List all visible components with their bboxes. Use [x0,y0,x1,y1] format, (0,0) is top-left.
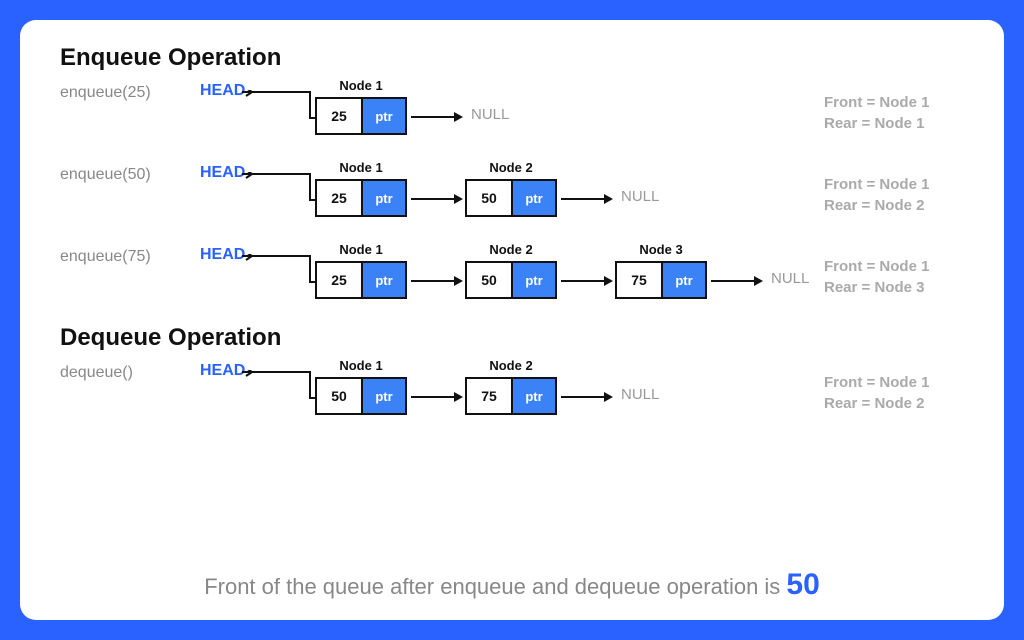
row-enqueue-75: enqueue(75) HEAD Node 1 25 ptr Node 2 50… [60,242,964,314]
status-text: Front = Node 1 Rear = Node 3 [824,256,964,298]
node-value: 25 [317,263,361,297]
node-label: Node 1 [339,358,382,373]
node-value: 50 [317,379,361,413]
null-label: NULL [771,270,809,287]
summary-text: Front of the queue after enqueue and deq… [20,568,1004,602]
node-ptr: ptr [661,263,705,297]
null-label: NULL [471,106,509,123]
head-arrow-icon [242,90,316,135]
node-ptr: ptr [511,181,555,215]
front-text: Front = Node 1 [824,174,964,195]
arrow-icon [407,262,465,300]
nodes-area: Node 1 25 ptr Node 2 50 ptr NULL [315,160,659,218]
op-label: enqueue(25) [60,78,180,102]
op-label: enqueue(75) [60,242,180,266]
node-group: Node 1 25 ptr [315,160,407,217]
node-box: 75 ptr [465,377,557,415]
node-value: 50 [467,263,511,297]
diagram-card: Enqueue Operation enqueue(25) HEAD Node … [20,20,1004,620]
head-label: HEAD [200,164,245,182]
nodes-area: Node 1 50 ptr Node 2 75 ptr NULL [315,358,659,416]
node-label: Node 1 [339,160,382,175]
front-text: Front = Node 1 [824,372,964,393]
arrow-icon [407,98,465,136]
nodes-area: Node 1 25 ptr Node 2 50 ptr Node 3 75 [315,242,809,300]
nodes-area: Node 1 25 ptr NULL [315,78,509,136]
row-enqueue-50: enqueue(50) HEAD Node 1 25 ptr Node 2 50… [60,160,964,232]
status-text: Front = Node 1 Rear = Node 2 [824,372,964,414]
summary-value: 50 [786,568,819,601]
head-arrow-icon [242,370,316,415]
node-label: Node 1 [339,78,382,93]
status-text: Front = Node 1 Rear = Node 1 [824,92,964,134]
rear-text: Rear = Node 1 [824,113,964,134]
arrow-icon [557,180,615,218]
node-group: Node 3 75 ptr [615,242,707,299]
status-text: Front = Node 1 Rear = Node 2 [824,174,964,216]
node-group: Node 2 75 ptr [465,358,557,415]
head-arrow-icon [242,172,316,217]
null-label: NULL [621,188,659,205]
node-box: 50 ptr [465,261,557,299]
head-label: HEAD [200,362,245,380]
node-value: 25 [317,99,361,133]
node-value: 25 [317,181,361,215]
head-arrow-icon [242,254,316,299]
dequeue-title: Dequeue Operation [60,324,964,352]
arrow-icon [557,378,615,416]
summary-prefix: Front of the queue after enqueue and deq… [204,574,786,599]
rear-text: Rear = Node 3 [824,277,964,298]
rear-text: Rear = Node 2 [824,195,964,216]
op-label: dequeue() [60,358,180,382]
node-group: Node 1 25 ptr [315,78,407,135]
node-box: 50 ptr [465,179,557,217]
node-box: 25 ptr [315,97,407,135]
head-label: HEAD [200,246,245,264]
node-label: Node 2 [489,242,532,257]
arrow-icon [407,180,465,218]
node-value: 75 [467,379,511,413]
node-label: Node 1 [339,242,382,257]
node-box: 25 ptr [315,261,407,299]
node-box: 75 ptr [615,261,707,299]
node-ptr: ptr [361,263,405,297]
arrow-icon [707,262,765,300]
node-ptr: ptr [511,379,555,413]
node-label: Node 3 [639,242,682,257]
node-group: Node 2 50 ptr [465,242,557,299]
node-label: Node 2 [489,160,532,175]
enqueue-title: Enqueue Operation [60,44,964,72]
row-dequeue: dequeue() HEAD Node 1 50 ptr Node 2 75 p… [60,358,964,430]
node-box: 50 ptr [315,377,407,415]
head-label: HEAD [200,82,245,100]
node-group: Node 2 50 ptr [465,160,557,217]
node-label: Node 2 [489,358,532,373]
node-group: Node 1 50 ptr [315,358,407,415]
front-text: Front = Node 1 [824,92,964,113]
row-enqueue-25: enqueue(25) HEAD Node 1 25 ptr NULL Fron… [60,78,964,150]
node-value: 50 [467,181,511,215]
node-group: Node 1 25 ptr [315,242,407,299]
arrow-icon [557,262,615,300]
front-text: Front = Node 1 [824,256,964,277]
node-ptr: ptr [361,379,405,413]
arrow-icon [407,378,465,416]
node-ptr: ptr [361,99,405,133]
op-label: enqueue(50) [60,160,180,184]
node-ptr: ptr [511,263,555,297]
rear-text: Rear = Node 2 [824,393,964,414]
node-box: 25 ptr [315,179,407,217]
node-ptr: ptr [361,181,405,215]
null-label: NULL [621,386,659,403]
node-value: 75 [617,263,661,297]
